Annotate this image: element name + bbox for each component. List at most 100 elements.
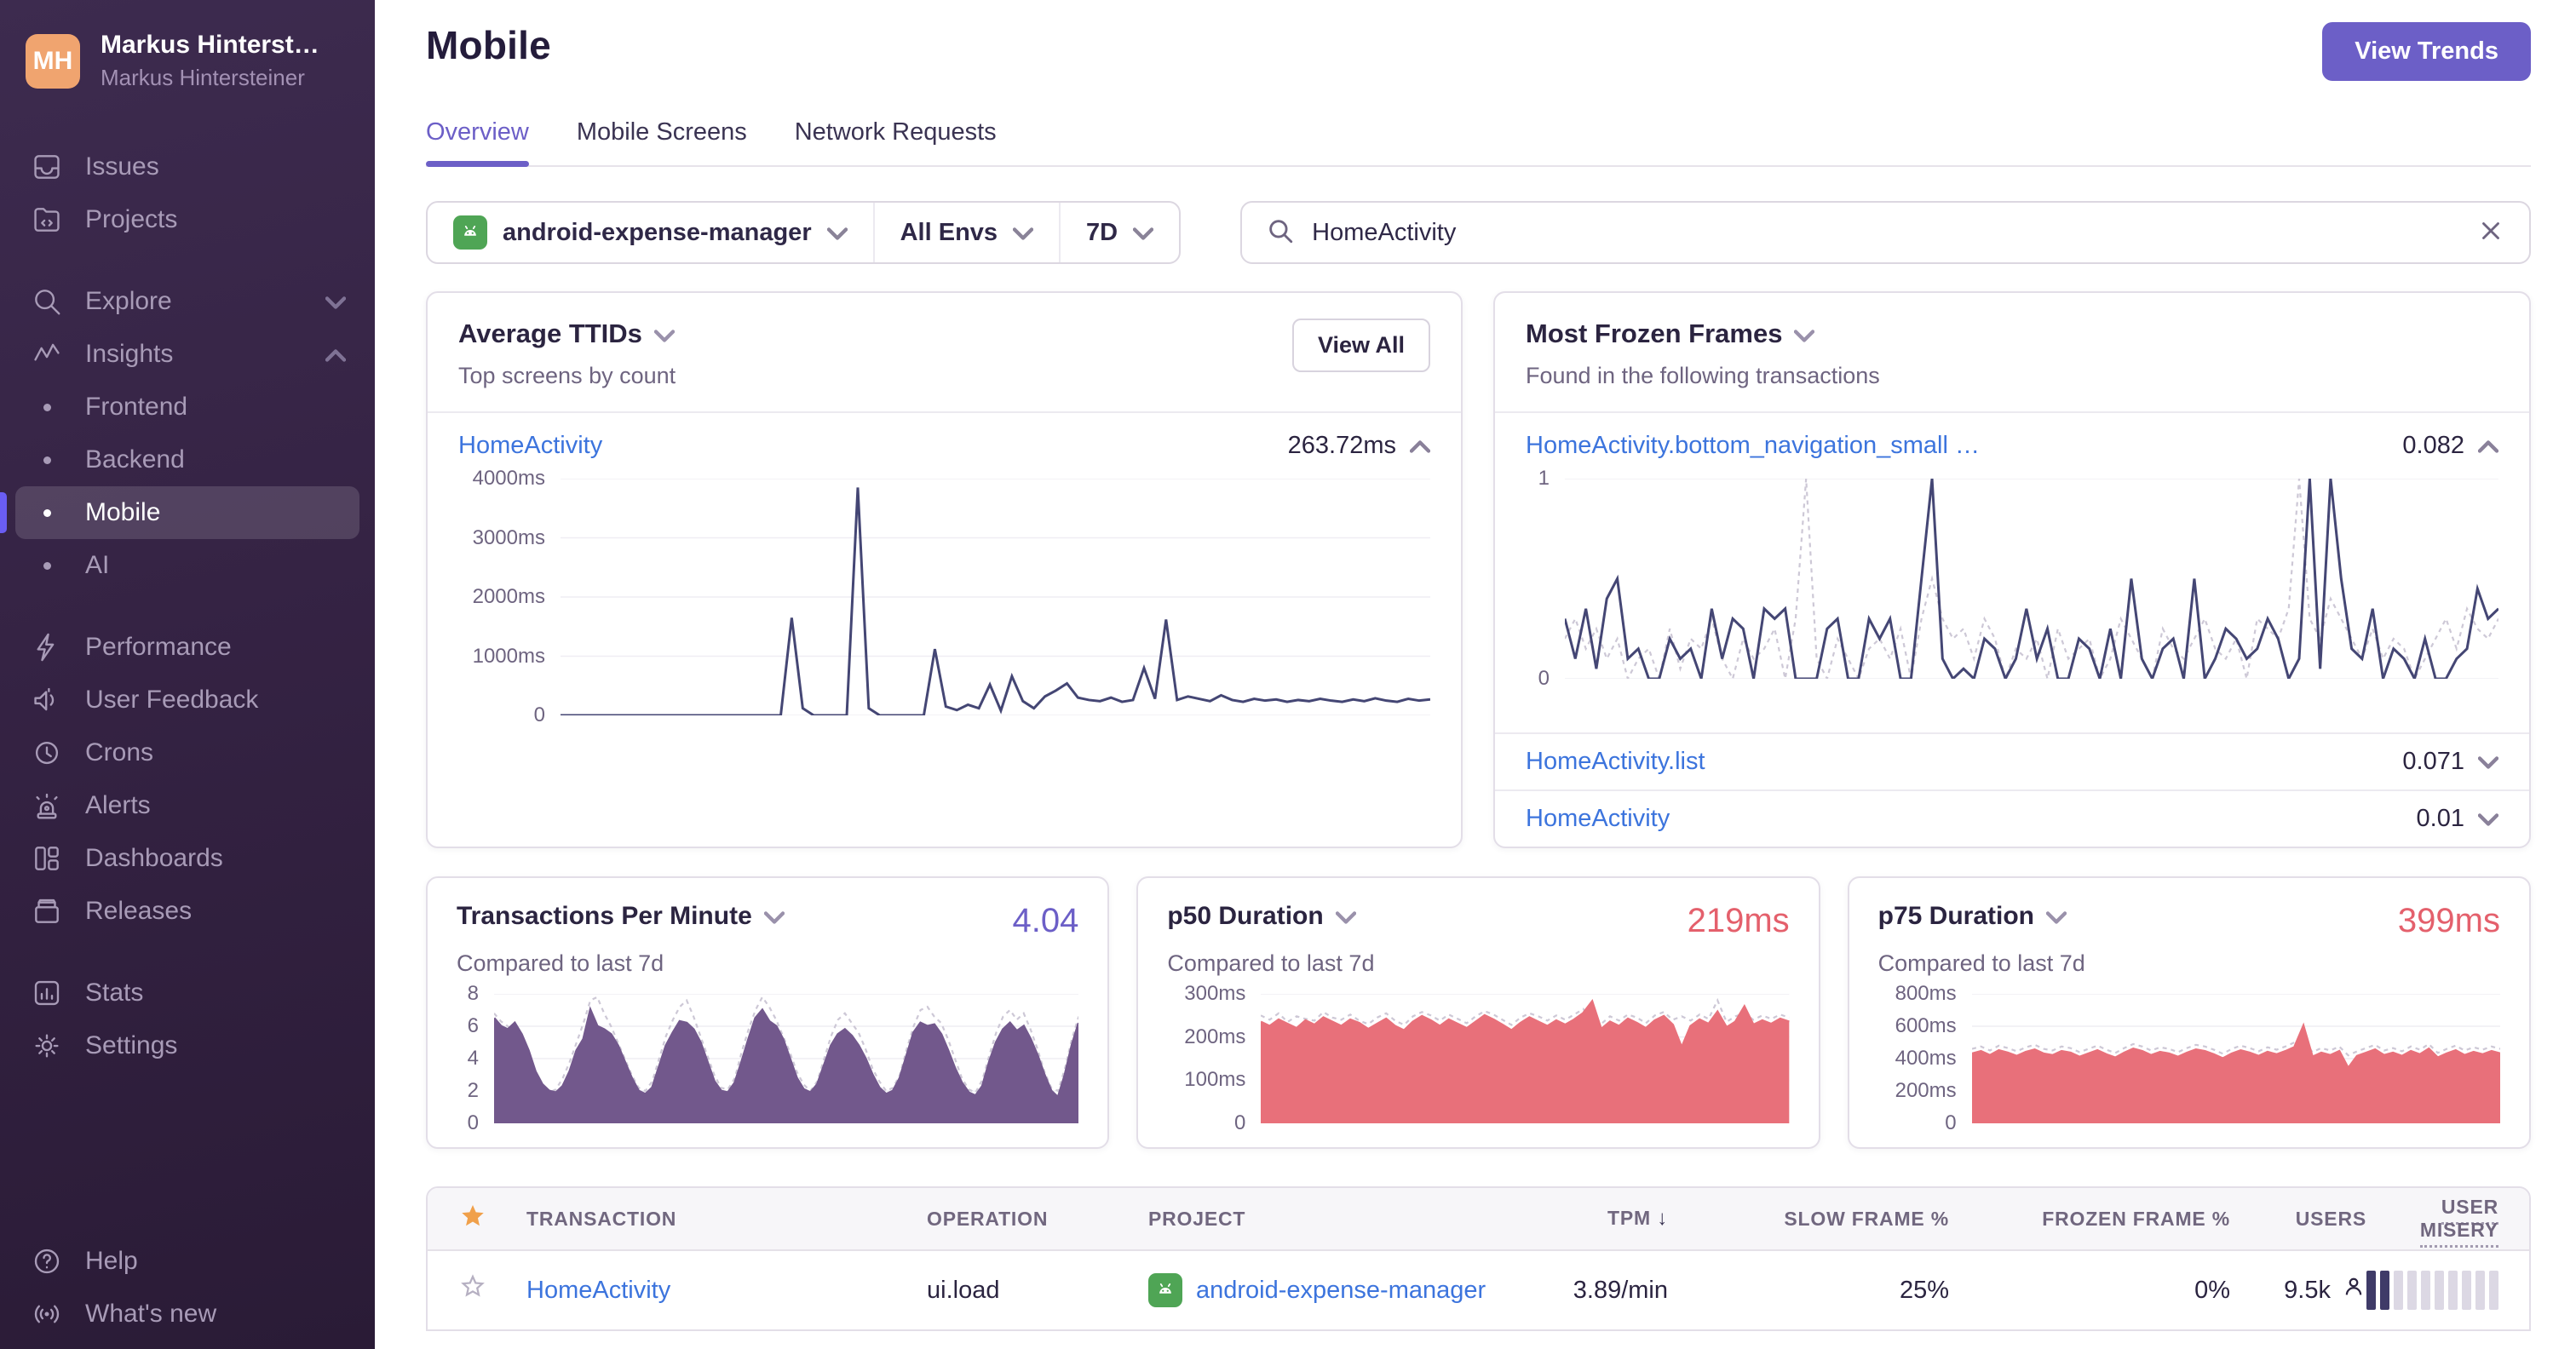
sidebar-item-label: Alerts xyxy=(85,791,151,819)
help-icon xyxy=(29,1245,65,1277)
tab-overview[interactable]: Overview xyxy=(426,118,529,167)
transaction-link[interactable]: HomeActivity.list xyxy=(1526,748,1705,776)
frozen-accordion-row[interactable]: HomeActivity 0.01 xyxy=(1495,789,2529,847)
project-link[interactable]: android-expense-manager xyxy=(1196,1277,1486,1305)
y-axis-labels: 300ms 200ms 100ms 0 xyxy=(1184,982,1246,1134)
search-input[interactable] xyxy=(1312,218,2459,247)
col-user-misery[interactable]: USER MISERY xyxy=(2366,1196,2498,1248)
tab-mobile-screens[interactable]: Mobile Screens xyxy=(577,118,747,165)
avatar: MH xyxy=(26,33,80,89)
sidebar-item-label: User Feedback xyxy=(85,686,259,714)
chevron-down-icon[interactable] xyxy=(2477,748,2499,776)
ttid-line-chart xyxy=(561,479,1430,715)
sidebar-item-explore[interactable]: Explore xyxy=(15,275,359,328)
android-project-icon xyxy=(1148,1273,1182,1307)
org-name: Markus Hintersteiner xyxy=(101,65,305,90)
tab-network-requests[interactable]: Network Requests xyxy=(795,118,997,165)
chevron-down-icon xyxy=(1335,902,1356,931)
chevron-up-icon[interactable] xyxy=(1409,432,1431,460)
chevron-down-icon xyxy=(826,219,848,247)
frozen-accordion-row[interactable]: HomeActivity.list 0.071 xyxy=(1495,732,2529,789)
bullet-icon xyxy=(43,456,51,464)
clear-search-icon[interactable] xyxy=(2476,216,2505,250)
main-content: Mobile View Trends Overview Mobile Scree… xyxy=(375,0,2576,1349)
sidebar-item-issues[interactable]: Issues xyxy=(15,141,359,193)
view-all-button[interactable]: View All xyxy=(1291,319,1430,372)
sidebar-item-label: AI xyxy=(85,551,110,579)
sidebar-item-whats-new[interactable]: What's new xyxy=(15,1288,359,1340)
sidebar-item-dashboards[interactable]: Dashboards xyxy=(15,832,359,885)
sidebar-item-stats[interactable]: Stats xyxy=(15,967,359,1019)
sidebar-item-performance[interactable]: Performance xyxy=(15,621,359,674)
page-title: Mobile xyxy=(426,23,551,67)
sidebar-item-crons[interactable]: Crons xyxy=(15,726,359,779)
chevron-down-icon xyxy=(1132,219,1154,247)
card-title[interactable]: p50 Duration xyxy=(1167,902,1356,931)
sidebar-item-projects[interactable]: Projects xyxy=(15,193,359,246)
date-range-filter[interactable]: 7D xyxy=(1059,203,1179,262)
chevron-down-icon[interactable] xyxy=(2477,805,2499,833)
sidebar-item-settings[interactable]: Settings xyxy=(15,1019,359,1072)
ttid-value: 263.72ms xyxy=(1287,432,1396,459)
transaction-link[interactable]: HomeActivity xyxy=(458,432,602,460)
card-title[interactable]: Average TTIDs xyxy=(458,319,676,349)
transaction-link[interactable]: HomeActivity xyxy=(526,1277,927,1305)
p75-area-chart xyxy=(1972,994,2500,1123)
col-project[interactable]: PROJECT xyxy=(1148,1208,1540,1231)
insights-icon xyxy=(29,338,65,370)
bullet-icon xyxy=(43,561,51,570)
misery-bar xyxy=(2489,1271,2498,1310)
sidebar-item-label: Performance xyxy=(85,633,232,661)
search-icon xyxy=(29,285,65,318)
tpm-area-chart xyxy=(494,994,1078,1123)
chevron-down-icon xyxy=(1794,319,1815,349)
chevron-up-icon[interactable] xyxy=(2477,432,2499,460)
star-outline-icon[interactable] xyxy=(458,1272,526,1308)
sidebar-item-label: Frontend xyxy=(85,393,188,421)
project-cell: android-expense-manager xyxy=(1148,1273,1540,1307)
sidebar-item-backend[interactable]: Backend xyxy=(15,433,359,486)
col-users[interactable]: USERS xyxy=(2296,1208,2366,1231)
frozen-accordion-row[interactable]: HomeActivity.bottom_navigation_small … 0… xyxy=(1495,413,2529,479)
chevron-up-icon xyxy=(325,340,347,369)
dashboard-grid-icon xyxy=(29,842,65,875)
view-trends-button[interactable]: View Trends xyxy=(2322,22,2531,81)
environment-filter[interactable]: All Envs xyxy=(872,203,1059,262)
projects-icon xyxy=(29,204,65,236)
user-icon xyxy=(2341,1274,2366,1306)
p50-area-chart xyxy=(1261,994,1789,1123)
card-title[interactable]: p75 Duration xyxy=(1878,902,2067,931)
misery-bar xyxy=(2380,1271,2389,1310)
card-title[interactable]: Transactions Per Minute xyxy=(457,902,785,931)
sidebar-item-releases[interactable]: Releases xyxy=(15,885,359,938)
tab-bar: Overview Mobile Screens Network Requests xyxy=(426,118,2531,167)
transaction-link[interactable]: HomeActivity.bottom_navigation_small … xyxy=(1526,432,1980,460)
sidebar-item-mobile[interactable]: Mobile xyxy=(0,486,359,539)
transaction-link[interactable]: HomeActivity xyxy=(1526,805,1670,833)
search-bar[interactable] xyxy=(1240,201,2531,264)
app-root: MH Markus Hinterst… Markus Hintersteiner… xyxy=(0,0,2576,1349)
star-filled-icon[interactable] xyxy=(458,1202,526,1236)
tpm-value: 4.04 xyxy=(1012,902,1079,939)
col-transaction[interactable]: TRANSACTION xyxy=(526,1208,927,1231)
sidebar-item-alerts[interactable]: Alerts xyxy=(15,779,359,832)
col-tpm[interactable]: TPM ↓ xyxy=(1607,1207,1668,1231)
project-filter[interactable]: android-expense-manager xyxy=(428,203,873,262)
table-row[interactable]: HomeActivity ui.load android-expense-man… xyxy=(428,1251,2529,1329)
col-frozen-frame[interactable]: FROZEN FRAME % xyxy=(2042,1208,2230,1231)
p50-value: 219ms xyxy=(1687,902,1790,939)
p75-duration-card: p75 Duration 399ms Compared to last 7d 8… xyxy=(1847,876,2531,1149)
sidebar-item-user-feedback[interactable]: User Feedback xyxy=(15,674,359,726)
col-slow-frame[interactable]: SLOW FRAME % xyxy=(1784,1208,1949,1231)
sidebar-item-help[interactable]: Help xyxy=(15,1235,359,1288)
org-switcher[interactable]: MH Markus Hinterst… Markus Hintersteiner xyxy=(0,31,375,91)
sidebar-item-frontend[interactable]: Frontend xyxy=(15,381,359,433)
ttids-accordion-row[interactable]: HomeActivity 263.72ms xyxy=(428,413,1461,479)
y-axis-labels: 10 xyxy=(1538,467,1550,690)
col-operation[interactable]: OPERATION xyxy=(927,1208,1148,1231)
sidebar-item-ai[interactable]: AI xyxy=(15,539,359,592)
tpm-card: Transactions Per Minute 4.04 Compared to… xyxy=(426,876,1110,1149)
sidebar-item-insights[interactable]: Insights xyxy=(15,328,359,381)
card-title[interactable]: Most Frozen Frames xyxy=(1526,319,1880,349)
card-subtitle: Compared to last 7d xyxy=(1877,950,2085,976)
